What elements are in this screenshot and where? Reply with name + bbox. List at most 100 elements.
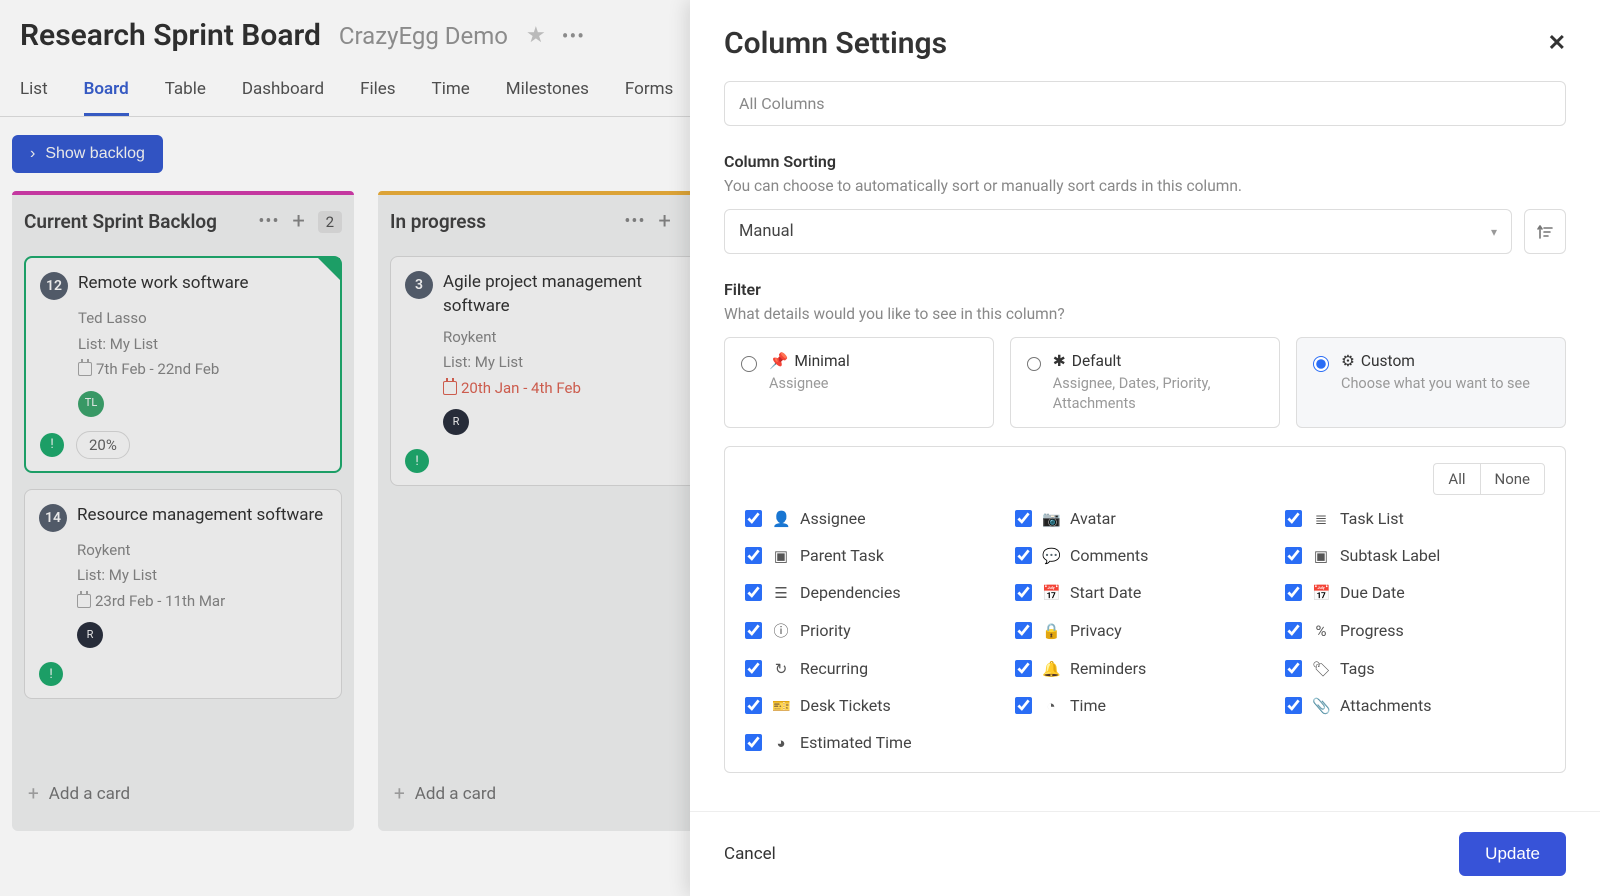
column-count: 2 [318, 211, 342, 233]
field-checkbox-due-date[interactable]: 📅Due Date [1285, 583, 1545, 602]
add-card-button[interactable]: +Add a card [12, 768, 354, 819]
field-checkbox-comments[interactable]: 💬Comments [1015, 546, 1275, 565]
field-label: Desk Tickets [800, 696, 891, 715]
field-checkbox-time[interactable]: ◔Time [1015, 696, 1275, 715]
checkbox[interactable] [1285, 547, 1302, 564]
checkbox[interactable] [745, 510, 762, 527]
field-checkbox-tags[interactable]: 🏷Tags [1285, 659, 1545, 678]
field-checkbox-priority[interactable]: ⓘ Priority [745, 620, 1005, 641]
filter-option-title: Custom [1361, 352, 1415, 370]
checkbox[interactable] [745, 660, 762, 677]
board-title: Research Sprint Board [20, 18, 321, 53]
cancel-button[interactable]: Cancel [724, 844, 1459, 864]
field-label: Reminders [1070, 659, 1146, 678]
filter-option-default[interactable]: ✱Default Assignee, Dates, Priority, Atta… [1010, 337, 1280, 428]
filter-radio[interactable] [741, 356, 757, 372]
checkbox[interactable] [1015, 510, 1032, 527]
filter-option-icon: 📌 [769, 352, 788, 370]
field-label: Priority [800, 621, 851, 640]
sorting-select[interactable]: Manual▾ [724, 209, 1512, 254]
field-checkbox-attachments[interactable]: 📎Attachments [1285, 696, 1545, 715]
field-checkbox-assignee[interactable]: 👤 Assignee [745, 509, 1005, 528]
tab-milestones[interactable]: Milestones [506, 71, 589, 116]
more-icon[interactable]: ••• [562, 24, 585, 48]
field-icon: ◔ [1042, 697, 1060, 715]
status-dot-icon: ! [40, 433, 64, 457]
close-icon[interactable]: ✕ [1548, 31, 1566, 56]
checkbox[interactable] [745, 734, 762, 751]
tab-board[interactable]: Board [84, 71, 129, 116]
checkbox[interactable] [1285, 622, 1302, 639]
checkbox[interactable] [1015, 584, 1032, 601]
checkbox[interactable] [1285, 697, 1302, 714]
checkbox[interactable] [1015, 622, 1032, 639]
field-icon: 👤 [772, 510, 790, 528]
task-card[interactable]: 14 Resource management software Roykent … [24, 489, 342, 700]
field-icon: 🔒 [1042, 622, 1060, 640]
field-label: Progress [1340, 621, 1404, 640]
tab-forms[interactable]: Forms [625, 71, 673, 116]
field-label: Recurring [800, 659, 868, 678]
checkbox[interactable] [1285, 510, 1302, 527]
column-menu-icon[interactable]: ••• [624, 211, 645, 232]
field-checkbox-progress[interactable]: %Progress [1285, 620, 1545, 641]
column-menu-icon[interactable]: ••• [258, 211, 279, 232]
board-column: In progress ••• + 0 3 Agile project mana… [378, 191, 720, 831]
task-card[interactable]: 3 Agile project management software Royk… [390, 256, 708, 486]
field-checkbox-task-list[interactable]: ≣Task List [1285, 509, 1545, 528]
add-card-icon[interactable]: + [654, 209, 676, 234]
filter-option-minimal[interactable]: 📌Minimal Assignee [724, 337, 994, 428]
star-icon[interactable]: ★ [526, 23, 546, 48]
tab-time[interactable]: Time [432, 71, 470, 116]
field-label: Assignee [800, 509, 866, 528]
add-card-button[interactable]: +Add a card [378, 768, 720, 819]
field-checkbox-dependencies[interactable]: ☰Dependencies [745, 583, 1005, 602]
sort-direction-button[interactable] [1524, 209, 1566, 254]
field-icon: 📎 [1312, 697, 1330, 715]
field-checkbox-privacy[interactable]: 🔒Privacy [1015, 620, 1275, 641]
columns-select[interactable]: All Columns [724, 81, 1566, 126]
checkbox[interactable] [1015, 697, 1032, 714]
field-checkbox-start-date[interactable]: 📅Start Date [1015, 583, 1275, 602]
tab-table[interactable]: Table [165, 71, 206, 116]
field-checkbox-subtask-label[interactable]: ▣Subtask Label [1285, 546, 1545, 565]
checkbox[interactable] [745, 584, 762, 601]
field-checkbox-parent-task[interactable]: ▣Parent Task [745, 546, 1005, 565]
task-card[interactable]: 12 Remote work software Ted Lasso List: … [24, 256, 342, 473]
select-none-button[interactable]: None [1480, 463, 1546, 495]
field-icon: ↻ [772, 660, 790, 678]
checkbox[interactable] [745, 547, 762, 564]
tab-list[interactable]: List [20, 71, 48, 116]
filter-option-custom[interactable]: ⚙Custom Choose what you want to see [1296, 337, 1566, 428]
checkbox[interactable] [1285, 584, 1302, 601]
field-icon: 🏷 [1312, 660, 1330, 678]
field-checkbox-recurring[interactable]: ↻ Recurring [745, 659, 1005, 678]
sorting-label: Column Sorting [724, 152, 1566, 171]
field-icon: 📅 [1312, 584, 1330, 602]
field-icon: ⓘ [772, 620, 790, 641]
checkbox[interactable] [1015, 547, 1032, 564]
field-checkbox-avatar[interactable]: 📷Avatar [1015, 509, 1275, 528]
calendar-icon [443, 381, 457, 395]
filter-radio[interactable] [1027, 356, 1041, 372]
checkbox[interactable] [745, 697, 762, 714]
progress-badge: 20% [76, 431, 130, 459]
add-card-icon[interactable]: + [288, 209, 310, 234]
checkbox[interactable] [1015, 660, 1032, 677]
show-backlog-button[interactable]: › Show backlog [12, 135, 163, 173]
field-checkbox-reminders[interactable]: 🔔Reminders [1015, 659, 1275, 678]
select-all-button[interactable]: All [1433, 463, 1479, 495]
update-button[interactable]: Update [1459, 832, 1566, 876]
field-icon: 📷 [1042, 510, 1060, 528]
filter-label: Filter [724, 280, 1566, 299]
field-checkbox-estimated-time[interactable]: ◕Estimated Time [745, 733, 1005, 752]
tab-files[interactable]: Files [360, 71, 395, 116]
card-assignee: Roykent [443, 325, 693, 351]
tab-dashboard[interactable]: Dashboard [242, 71, 324, 116]
filter-radio[interactable] [1313, 356, 1329, 372]
calendar-icon [78, 362, 92, 376]
field-checkbox-desk-tickets[interactable]: 🎫Desk Tickets [745, 696, 1005, 715]
checkbox[interactable] [1285, 660, 1302, 677]
checkbox[interactable] [745, 622, 762, 639]
status-dot-icon: ! [405, 449, 429, 473]
